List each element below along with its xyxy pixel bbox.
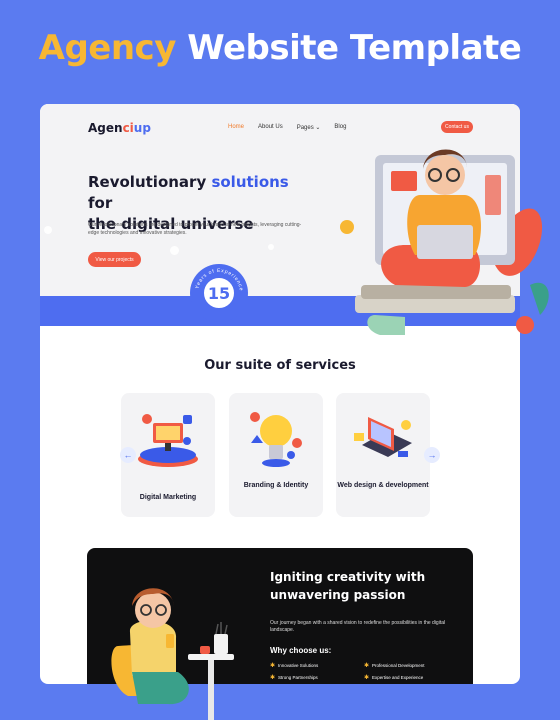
services-title: Our suite of services	[204, 358, 356, 373]
hero-character-illustration	[340, 149, 549, 335]
promo-title-accent: Agency	[38, 28, 177, 68]
feature-bullet: ✱ Professional Development	[364, 662, 425, 669]
promo-title-rest: Website Template	[187, 28, 522, 68]
star-icon: ✱	[270, 675, 276, 681]
sparkle-dot	[44, 226, 52, 234]
feature-bullet: ✱ Strong Partnerships	[270, 674, 318, 681]
laptop-illustration	[354, 417, 412, 457]
service-label: Digital Marketing	[139, 494, 197, 501]
nav-about[interactable]: About Us	[258, 124, 283, 131]
sparkle-dot	[170, 246, 179, 255]
promo-title: Agency Website Template	[0, 28, 560, 68]
star-icon: ✱	[270, 663, 276, 669]
hero-description: Our revolutionary solutions are designed…	[88, 222, 302, 236]
service-card-web-design[interactable]: Web design & development	[336, 393, 430, 517]
service-label: Web design & development	[337, 482, 429, 489]
lightbulb-illustration	[250, 412, 302, 467]
hero-title-highlight: solutions	[211, 173, 289, 191]
nav-home[interactable]: Home	[228, 124, 244, 131]
experience-years: 15	[203, 277, 235, 309]
main-nav: Home About Us Pages ⌄ Blog	[228, 124, 346, 131]
chevron-down-icon: ⌄	[315, 125, 321, 131]
about-title: Igniting creativity with unwavering pass…	[270, 570, 426, 602]
digital-marketing-illustration	[138, 414, 198, 467]
feature-bullet: ✱ Expertise and Experience	[364, 674, 423, 681]
nav-pages[interactable]: Pages ⌄	[297, 124, 321, 131]
star-icon: ✱	[364, 663, 370, 669]
logo-part2: ci	[122, 121, 134, 135]
experience-badge: Years of Experience 15	[190, 264, 248, 322]
feature-label: Professional Development	[372, 663, 425, 668]
next-arrow-icon[interactable]: →	[424, 447, 440, 463]
nav-pages-label: Pages	[296, 125, 314, 131]
star-icon: ✱	[364, 675, 370, 681]
logo[interactable]: Agenciup	[88, 121, 151, 135]
service-card-branding[interactable]: Branding & Identity	[229, 393, 323, 517]
logo-part1: Agen	[88, 121, 123, 135]
hero-title-c: for	[88, 194, 113, 212]
feature-label: Innovative Solutions	[278, 663, 319, 668]
prev-arrow-icon[interactable]: ←	[120, 447, 136, 463]
sparkle-dot	[268, 244, 274, 250]
about-character-illustration	[111, 588, 234, 720]
service-label: Branding & Identity	[243, 482, 309, 489]
feature-label: Strong Partnerships	[278, 675, 318, 680]
why-choose-title: Why choose us:	[270, 646, 332, 655]
view-projects-button[interactable]: View our projects	[88, 252, 141, 267]
logo-part3: up	[133, 121, 151, 135]
feature-label: Expertise and Experience	[372, 675, 424, 680]
feature-bullet: ✱ Innovative Solutions	[270, 662, 318, 669]
hero-title-a: Revolutionary	[88, 173, 212, 191]
about-description: Our journey began with a shared vision t…	[270, 620, 446, 633]
